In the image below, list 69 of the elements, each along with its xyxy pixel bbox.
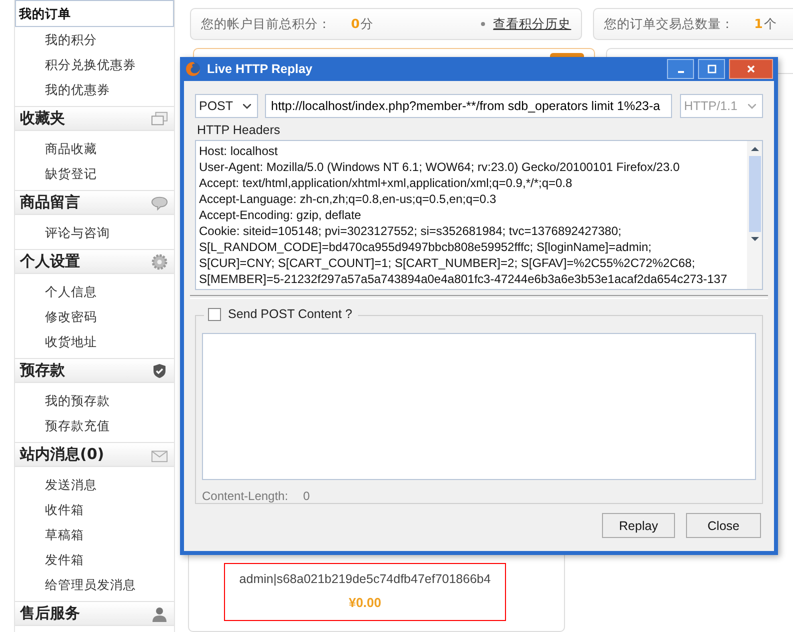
header-line: S[MEMBER]=5-21232f297a57a5a743894a0e4a801fc3-47244e6b3a6e3b53e1acaf2da654c273-137: [199, 271, 728, 287]
scrollbar[interactable]: [747, 141, 762, 289]
caret-icon: [748, 104, 756, 108]
bullet-icon: [481, 22, 486, 26]
maximize-icon: [706, 64, 716, 74]
sidebar-item[interactable]: 收货地址: [15, 329, 174, 354]
maximize-button[interactable]: [698, 59, 725, 79]
sidebar-item[interactable]: 草稿箱: [15, 522, 174, 547]
sidebar-item[interactable]: 收件箱: [15, 497, 174, 522]
close-dialog-button[interactable]: Close: [686, 513, 761, 538]
sidebar-item[interactable]: 评论与咨询: [15, 220, 174, 245]
balance-amount: ¥0.00: [348, 595, 382, 610]
sidebar-item[interactable]: 商品收藏: [15, 136, 174, 161]
header-line: Accept-Encoding: gzip, deflate: [199, 207, 362, 223]
person-icon: [151, 606, 168, 622]
section-title: 商品留言: [20, 193, 80, 212]
sidebar-item[interactable]: 预存款充值: [15, 413, 174, 438]
globe-icon: [185, 61, 201, 77]
section-title: 个人设置: [20, 252, 80, 271]
header-line: Cookie: siteid=105148; pvi=3023127552; si=s352681984; tvc=1376892427380;: [199, 223, 622, 239]
sidebar-item[interactable]: 积分兑换优惠券: [15, 52, 174, 77]
close-icon: [746, 64, 756, 74]
window-title: Live HTTP Replay: [207, 62, 314, 76]
header-line: Accept-Language: zh-cn,zh;q=0.8,en-us;q=0.5,en;q=0.3: [199, 191, 498, 207]
method-select[interactable]: POST: [195, 94, 258, 118]
close-button[interactable]: [729, 59, 773, 79]
caret-icon: [243, 104, 251, 108]
minimize-button[interactable]: [667, 59, 694, 79]
stat-label: 您的订单交易总数量：: [604, 16, 734, 32]
checkbox-label: Send POST Content ?: [228, 307, 352, 321]
headers-label: HTTP Headers: [197, 123, 282, 137]
sidebar-item[interactable]: 给管理员发消息: [15, 572, 174, 597]
url-field[interactable]: http://localhost/index.php?member-**/from sdb_operators limit 1%23-a: [265, 94, 672, 118]
headers-text-area[interactable]: [195, 140, 763, 290]
sidebar-item[interactable]: 发送消息: [15, 472, 174, 497]
header-line: Accept: text/html,application/xhtml+xml,application/xml;q=0.9,*/*;q=0.8: [199, 175, 574, 191]
stat-label: 您的帐户目前总积分：: [201, 16, 331, 32]
sidebar-item[interactable]: 发件箱: [15, 547, 174, 572]
scroll-down-icon: [750, 237, 758, 242]
section-title: 售后服务: [20, 604, 80, 623]
scroll-thumb[interactable]: [748, 156, 760, 232]
speech-bubble-icon: [151, 194, 168, 210]
sidebar-item[interactable]: 修改密码: [15, 304, 174, 329]
sidebar-item[interactable]: 个人信息: [15, 279, 174, 304]
sidebar-item[interactable]: 我的积分: [15, 27, 174, 52]
header-line: Host: localhost: [199, 143, 279, 159]
scroll-up-icon: [750, 146, 758, 151]
sidebar-item[interactable]: 我的订单: [15, 0, 174, 27]
stat-value: 0分: [351, 16, 374, 32]
token-text: admin|s68a021b219de5c74dfb47ef701866b4: [238, 572, 492, 586]
shield-check-icon: [151, 362, 168, 378]
header-line: S[L_RANDOM_CODE]=bd470ca955d9497bbcb808e59952fffc; S[loginName]=admin;: [199, 239, 653, 255]
sidebar-item[interactable]: 我的优惠券: [15, 77, 174, 102]
sidebar-item[interactable]: 缺货登记: [15, 161, 174, 186]
section-title: 预存款: [20, 361, 65, 380]
checkbox[interactable]: [208, 308, 221, 320]
gear-icon: [151, 254, 168, 270]
sidebar-item[interactable]: 我的预存款: [15, 388, 174, 413]
header-line: S[CUR]=CNY; S[CART_COUNT]=1; S[CART_NUMBER]=2; S[GFAV]=%2C55%2C72%2C68;: [199, 255, 696, 271]
content-length-label: Content-Length:: [202, 489, 288, 503]
header-line: User-Agent: Mozilla/5.0 (Windows NT 6.1; WOW64; rv:23.0) Gecko/20100101 Firefox/23.0: [199, 159, 681, 175]
content-length-value: 0: [303, 489, 310, 503]
section-title: 收藏夹: [20, 109, 65, 128]
replay-button[interactable]: Replay: [602, 513, 675, 538]
history-link[interactable]: 查看积分历史: [493, 16, 572, 32]
windows-icon: [151, 110, 168, 126]
section-title: 站内消息(0): [20, 445, 104, 464]
stat-value: 1个: [754, 16, 777, 32]
minimize-icon: [678, 71, 684, 73]
